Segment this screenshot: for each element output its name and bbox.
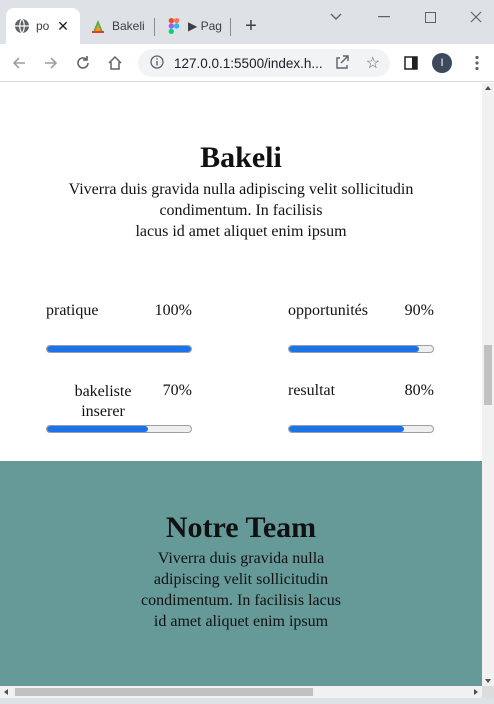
vertical-scroll-thumb[interactable]: [484, 345, 492, 405]
bakeli-text-line: condimentum. In facilisis: [159, 202, 323, 219]
browser-tab-strip: po ✕ Bakeli ▶ Pag +: [0, 0, 494, 44]
team-description: Viverra duis gravida nulla adipiscing ve…: [141, 550, 341, 630]
maximize-icon[interactable]: [416, 6, 444, 28]
address-bar[interactable]: 127.0.0.1:5500/index.h... ☆: [138, 49, 390, 77]
scroll-down-arrow-icon[interactable]: [485, 679, 491, 683]
bakeli-text-line: lacus id amet aliquet enim ipsum: [135, 223, 347, 240]
tab-bakeli[interactable]: Bakeli: [84, 8, 148, 44]
back-icon[interactable]: [8, 52, 30, 74]
figma-icon: [166, 18, 182, 34]
bakeli-heading: Bakeli: [200, 141, 282, 174]
skill-name: resultat: [288, 382, 336, 399]
home-icon[interactable]: [104, 52, 126, 74]
skill-percent: 100%: [154, 302, 192, 319]
tab-label: ▶ Pag: [188, 19, 222, 33]
menu-kebab-icon[interactable]: [466, 52, 488, 74]
team-section: Notre Team Viverra duis gravida nulla ad…: [0, 461, 482, 686]
side-panel-icon[interactable]: [400, 52, 422, 74]
new-tab-button[interactable]: +: [240, 16, 262, 38]
tab-label: Bakeli: [112, 19, 145, 33]
skill-progress-fill: [47, 346, 191, 352]
skill-percent: 90%: [404, 302, 434, 319]
skill-percent: 80%: [404, 382, 434, 399]
url-text: 127.0.0.1:5500/index.h...: [174, 55, 323, 71]
page-viewport: Bakeli Viverra duis gravida nulla adipis…: [0, 83, 482, 686]
share-icon[interactable]: [334, 54, 350, 73]
team-heading: Notre Team: [165, 511, 317, 544]
skill-progress-bar: [288, 425, 434, 433]
skill-progress-fill: [289, 426, 405, 432]
scroll-up-arrow-icon[interactable]: [485, 86, 491, 90]
skill-progress-bar: [46, 345, 192, 353]
skill-progress-bar: [46, 425, 192, 433]
skill-name: bakeliste inserer: [74, 383, 132, 420]
tab-separator: [154, 18, 155, 36]
tab-label: po: [36, 19, 50, 33]
bakeli-favicon: [90, 18, 106, 34]
scroll-right-arrow-icon[interactable]: [474, 689, 478, 695]
skill-name: opportunités: [288, 302, 368, 319]
scroll-left-arrow-icon[interactable]: [4, 689, 8, 695]
window-bottom-edge: [0, 698, 494, 704]
tab-figma[interactable]: ▶ Pag: [160, 8, 224, 44]
tab-search-icon[interactable]: [322, 6, 350, 28]
forward-icon[interactable]: [40, 52, 62, 74]
site-info-icon[interactable]: [150, 54, 164, 72]
vertical-scrollbar[interactable]: [482, 83, 494, 686]
tab-separator: [230, 18, 231, 36]
skill-progress-fill: [289, 346, 419, 352]
skill-progress-bar: [288, 345, 434, 353]
close-window-icon[interactable]: [462, 6, 490, 28]
scrollbar-corner: [482, 686, 494, 698]
horizontal-scrollbar[interactable]: [0, 686, 482, 698]
bookmark-star-icon[interactable]: ☆: [366, 53, 380, 73]
browser-toolbar: 127.0.0.1:5500/index.h... ☆ I: [0, 44, 494, 82]
tab-active[interactable]: po ✕: [6, 8, 80, 44]
minimize-icon[interactable]: [370, 6, 398, 28]
close-tab-icon[interactable]: ✕: [56, 18, 70, 35]
reload-icon[interactable]: [72, 52, 94, 74]
profile-avatar[interactable]: I: [432, 53, 452, 73]
skill-percent: 70%: [162, 382, 192, 399]
bakeli-text-line: Viverra duis gravida nulla adipiscing ve…: [68, 181, 414, 198]
horizontal-scroll-thumb[interactable]: [15, 688, 313, 696]
skill-name: pratique: [46, 302, 99, 319]
globe-icon: [14, 18, 30, 34]
skill-progress-fill: [47, 426, 148, 432]
bakeli-description: Viverra duis gravida nulla adipiscing ve…: [40, 179, 442, 242]
